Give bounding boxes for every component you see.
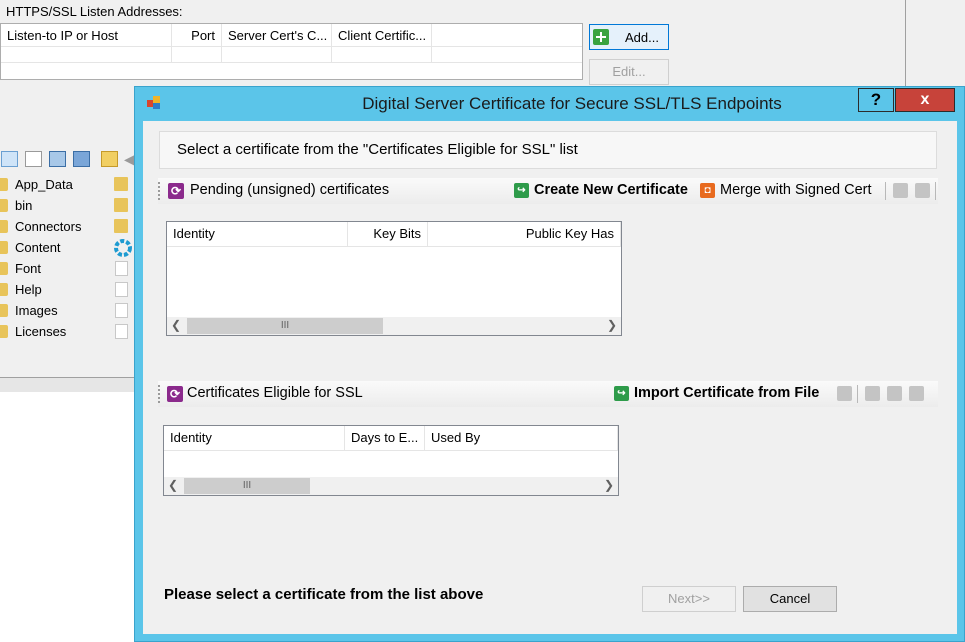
tree-item-images[interactable]: Images [0, 303, 58, 318]
pane-divider [905, 0, 906, 95]
toolbar-grip [158, 385, 161, 403]
certificate-details-icon[interactable] [893, 183, 908, 198]
create-certificate-label: Create New Certificate [534, 182, 688, 198]
cancel-button[interactable]: Cancel [743, 586, 837, 612]
folder-icon [0, 283, 8, 296]
folder-icon[interactable] [114, 177, 128, 191]
scroll-left-icon[interactable]: ❮ [164, 477, 182, 495]
refresh-icon: ⟳ [168, 183, 184, 199]
eligible-toolbar: ⟳ Certificates Eligible for SSL ↪ Import… [158, 381, 938, 407]
scroll-thumb[interactable]: III [184, 478, 310, 494]
file-icon[interactable] [115, 261, 128, 276]
folder-icon [0, 262, 8, 275]
view-details-icon[interactable] [1, 151, 18, 167]
folder-icon [0, 241, 8, 254]
pending-certificates-list[interactable]: Identity Key Bits Public Key Has ❮ III ❯ [166, 221, 622, 336]
open-folder-icon[interactable] [101, 151, 118, 167]
footer-message: Please select a certificate from the lis… [164, 586, 484, 603]
merge-label: Merge with Signed Cert [720, 182, 872, 198]
file-icon[interactable] [115, 282, 128, 297]
create-certificate-button[interactable]: ↪ Create New Certificate [514, 178, 692, 204]
tree-item-connectors[interactable]: Connectors [0, 219, 81, 234]
loading-spinner-icon [114, 239, 132, 257]
close-button[interactable]: x [895, 88, 955, 112]
delete-icon[interactable] [915, 183, 930, 198]
merge-signed-cert-button[interactable]: ◘ Merge with Signed Cert [700, 178, 880, 204]
column-header-days-to-expire[interactable]: Days to E... [345, 426, 425, 450]
eligible-certificates-list[interactable]: Identity Days to E... Used By ❮ III ❯ [163, 425, 619, 496]
scroll-thumb[interactable]: III [187, 318, 383, 334]
listen-addresses-table[interactable]: Listen-to IP or Host Port Server Cert's … [0, 23, 583, 80]
help-button[interactable]: ? [858, 88, 894, 112]
scroll-left-icon[interactable]: ❮ [167, 317, 185, 335]
folder-icon[interactable] [114, 198, 128, 212]
add-address-button[interactable]: Add... [589, 24, 669, 50]
file-icon[interactable] [115, 324, 128, 339]
column-header-public-key-hash[interactable]: Public Key Has [428, 222, 621, 246]
listen-addresses-label: HTTPS/SSL Listen Addresses: [6, 4, 183, 19]
certificate-dialog: Digital Server Certificate for Secure SS… [134, 86, 965, 642]
folder-icon [0, 199, 8, 212]
folder-icon [0, 325, 8, 338]
scroll-right-icon[interactable]: ❯ [600, 477, 618, 495]
folder-icon [0, 304, 8, 317]
bottom-pane [0, 392, 140, 642]
column-header-key-bits[interactable]: Key Bits [348, 222, 428, 246]
tree-item-app-data[interactable]: App_Data [0, 177, 73, 192]
column-header-identity[interactable]: Identity [167, 222, 348, 246]
tree-item-bin[interactable]: bin [0, 198, 32, 213]
toolbar-separator [857, 385, 858, 403]
eligible-title: Certificates Eligible for SSL [187, 385, 363, 401]
bottom-pane-header [0, 378, 140, 393]
tree-item-licenses[interactable]: Licenses [0, 324, 66, 339]
tree-item-help[interactable]: Help [0, 282, 42, 297]
tree-item-font[interactable]: Font [0, 261, 41, 276]
toolbar-separator [935, 182, 936, 200]
pending-toolbar: ⟳ Pending (unsigned) certificates ↪ Crea… [158, 178, 938, 204]
refresh-icon: ⟳ [167, 386, 183, 402]
import-certificate-label: Import Certificate from File [634, 385, 820, 401]
horizontal-scrollbar[interactable]: ❮ III ❯ [164, 476, 618, 495]
tree-item-content[interactable]: Content [0, 240, 61, 255]
certificate-details-icon[interactable] [865, 386, 880, 401]
properties-icon[interactable] [887, 386, 902, 401]
plus-icon [593, 29, 609, 45]
edit-address-button[interactable]: Edit... [589, 59, 669, 85]
pending-title: Pending (unsigned) certificates [190, 182, 390, 198]
column-header-client-cert[interactable]: Client Certific... [332, 24, 432, 46]
instruction-text: Select a certificate from the "Certifica… [159, 131, 937, 169]
import-certificate-icon: ↪ [614, 386, 629, 401]
toolbar-separator [885, 182, 886, 200]
create-certificate-icon: ↪ [514, 183, 529, 198]
view-icons-icon[interactable] [49, 151, 66, 167]
file-icon[interactable] [115, 303, 128, 318]
add-button-label: Add... [625, 30, 659, 45]
dialog-title: Digital Server Certificate for Secure SS… [362, 94, 782, 113]
scroll-right-icon[interactable]: ❯ [603, 317, 621, 335]
column-header-identity[interactable]: Identity [164, 426, 345, 450]
import-certificate-button[interactable]: ↪ Import Certificate from File [614, 381, 829, 407]
column-header-port[interactable]: Port [172, 24, 222, 46]
view-list-icon[interactable] [25, 151, 42, 167]
export-icon[interactable] [837, 386, 852, 401]
dialog-body: Select a certificate from the "Certifica… [143, 121, 957, 634]
delete-icon[interactable] [909, 386, 924, 401]
column-header-server-cert[interactable]: Server Cert's C... [222, 24, 332, 46]
next-button[interactable]: Next>> [642, 586, 736, 612]
folder-icon[interactable] [114, 219, 128, 233]
view-thumbnails-icon[interactable] [73, 151, 90, 167]
back-arrow-icon[interactable]: ◀ [124, 151, 135, 167]
merge-icon: ◘ [700, 183, 715, 198]
folder-icon [0, 220, 8, 233]
toolbar-grip [158, 182, 161, 200]
horizontal-scrollbar[interactable]: ❮ III ❯ [167, 316, 621, 335]
column-header-listen-host[interactable]: Listen-to IP or Host [1, 24, 172, 46]
column-header-used-by[interactable]: Used By [425, 426, 618, 450]
folder-icon [0, 178, 8, 191]
